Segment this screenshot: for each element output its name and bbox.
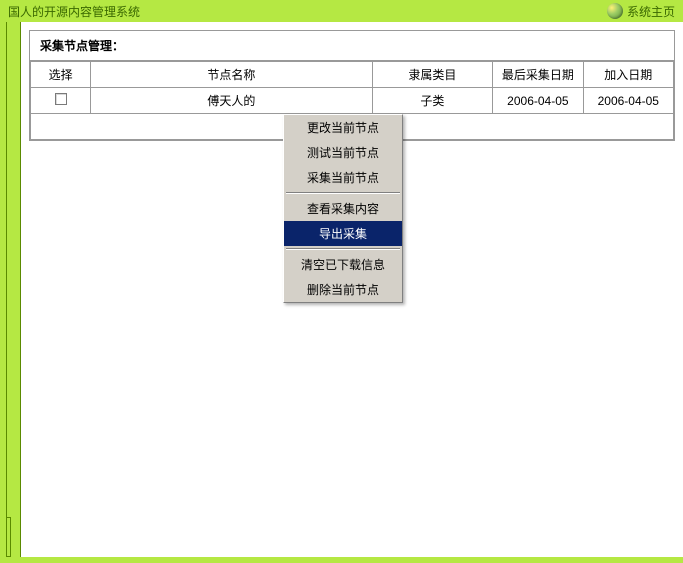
menu-item[interactable]: 清空已下载信息 <box>284 252 402 277</box>
cell-adddate: 2006-04-05 <box>583 88 673 114</box>
cell-name: 傅天人的 <box>91 88 372 114</box>
globe-icon <box>607 3 623 19</box>
header-title-left: 国人的开源内容管理系统 <box>8 3 140 20</box>
menu-item[interactable]: 查看采集内容 <box>284 196 402 221</box>
menu-separator <box>286 248 400 250</box>
th-select: 选择 <box>31 62 91 88</box>
th-name: 节点名称 <box>91 62 372 88</box>
left-strip <box>7 22 21 557</box>
cell-category: 子类 <box>372 88 493 114</box>
panel-title: 采集节点管理： <box>30 31 674 61</box>
th-category: 隶属类目 <box>372 62 493 88</box>
th-adddate: 加入日期 <box>583 62 673 88</box>
table-row[interactable]: 傅天人的 子类 2006-04-05 2006-04-05 <box>31 88 674 114</box>
menu-item[interactable]: 采集当前节点 <box>284 165 402 190</box>
header-bar: 国人的开源内容管理系统 系统主页 <box>0 0 683 22</box>
header-right[interactable]: 系统主页 <box>607 3 675 20</box>
checkbox-icon[interactable] <box>55 93 67 105</box>
th-lastdate: 最后采集日期 <box>493 62 583 88</box>
cell-lastdate: 2006-04-05 <box>493 88 583 114</box>
left-tab[interactable] <box>7 517 11 557</box>
menu-separator <box>286 192 400 194</box>
menu-item[interactable]: 删除当前节点 <box>284 277 402 302</box>
cell-select[interactable] <box>31 88 91 114</box>
main-frame: 采集节点管理： 选择 节点名称 隶属类目 最后采集日期 加入日期 <box>6 22 683 557</box>
context-menu[interactable]: 更改当前节点测试当前节点采集当前节点查看采集内容导出采集清空已下载信息删除当前节… <box>283 114 403 303</box>
menu-item[interactable]: 测试当前节点 <box>284 140 402 165</box>
menu-item[interactable]: 更改当前节点 <box>284 115 402 140</box>
content-area: 采集节点管理： 选择 节点名称 隶属类目 最后采集日期 加入日期 <box>21 22 683 557</box>
header-title-right: 系统主页 <box>627 3 675 20</box>
menu-item[interactable]: 导出采集 <box>284 221 402 246</box>
table-header-row: 选择 节点名称 隶属类目 最后采集日期 加入日期 <box>31 62 674 88</box>
